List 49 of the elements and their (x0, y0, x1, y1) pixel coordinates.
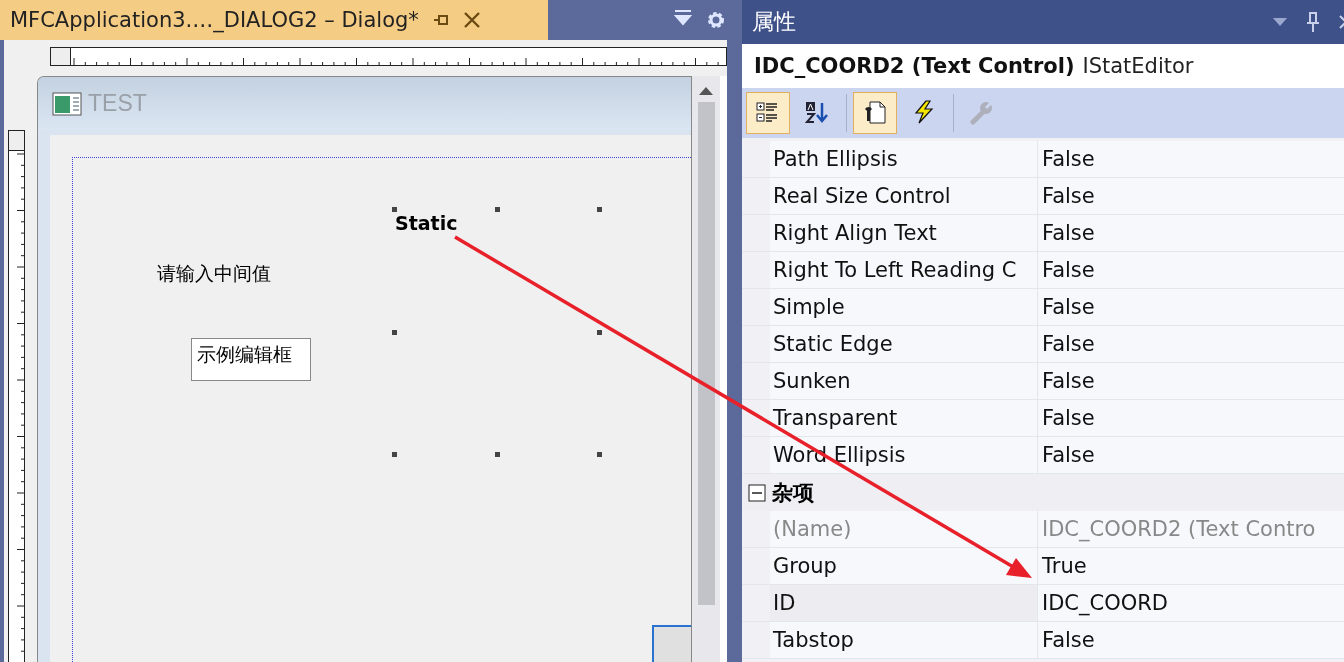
label-text[interactable]: 请输入中间值 (157, 261, 271, 287)
property-name[interactable]: Static Edge (770, 326, 1038, 362)
pin-icon[interactable] (432, 13, 449, 27)
scroll-thumb[interactable] (697, 102, 715, 605)
property-name[interactable]: Tabstop (770, 622, 1038, 658)
document-tab[interactable]: MFCApplication3.…_DIALOG2 – Dialog* (0, 0, 548, 40)
property-value[interactable]: False (1038, 622, 1344, 658)
dropdown-icon[interactable] (1272, 17, 1288, 27)
category-name: 杂项 (772, 479, 814, 507)
property-name[interactable]: ID (770, 585, 1038, 621)
property-value[interactable]: False (1038, 252, 1344, 288)
scrollbar[interactable] (692, 76, 727, 662)
property-value[interactable]: False (1038, 437, 1344, 473)
property-name[interactable]: Right To Left Reading C (770, 252, 1038, 288)
wrench-icon (969, 100, 995, 126)
static-text[interactable]: Static (395, 212, 458, 234)
window-icon (52, 91, 82, 116)
property-value[interactable]: False (1038, 178, 1344, 214)
collapse-icon[interactable] (748, 483, 766, 502)
edit-box[interactable]: 示例编辑框 (191, 338, 311, 381)
dropdown-icon[interactable] (674, 10, 692, 26)
property-value[interactable]: False (1038, 215, 1344, 251)
property-value[interactable]: IDC_COORD (1038, 585, 1344, 621)
page-icon (862, 100, 888, 126)
property-value[interactable]: False (1038, 400, 1344, 436)
property-value[interactable]: True (1038, 548, 1344, 584)
property-value[interactable]: False (1038, 141, 1344, 177)
property-name[interactable]: Word Ellipsis (770, 437, 1038, 473)
dialog-title: TEST (88, 90, 147, 117)
sort-icon (805, 100, 831, 126)
categorized-button[interactable] (746, 92, 790, 134)
property-value[interactable]: False (1038, 326, 1344, 362)
object-type: IStatEditor (1082, 54, 1194, 78)
property-name[interactable]: Path Ellipsis (770, 141, 1038, 177)
object-name: IDC_COORD2 (Text Control) (754, 54, 1075, 78)
dialog-window[interactable]: TEST Static 请输入中间值 示例编辑框 (37, 76, 692, 662)
property-name[interactable]: Sunken (770, 363, 1038, 399)
property-name[interactable]: Right Align Text (770, 215, 1038, 251)
settings-icon[interactable] (706, 10, 726, 30)
property-name[interactable]: Transparent (770, 400, 1038, 436)
panel-title: 属性 (752, 8, 797, 36)
property-value[interactable]: False (1038, 289, 1344, 325)
close-icon[interactable] (462, 11, 481, 29)
property-name[interactable]: Real Size Control (770, 178, 1038, 214)
properties-button[interactable] (853, 92, 897, 134)
property-value[interactable]: False (1038, 363, 1344, 399)
property-name[interactable]: Group (770, 548, 1038, 584)
property-name[interactable]: Simple (770, 289, 1038, 325)
selection-handles[interactable] (392, 207, 602, 457)
